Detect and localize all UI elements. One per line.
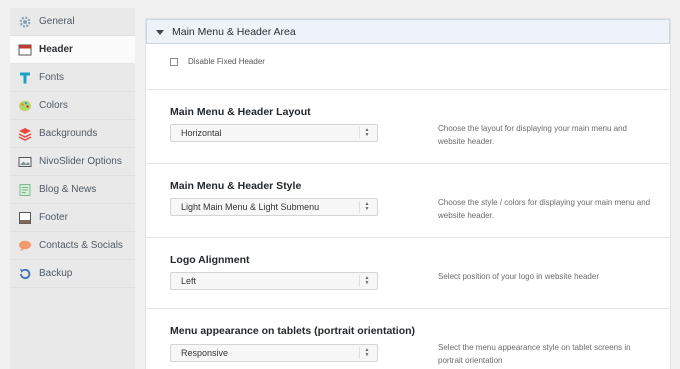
sidebar-item-label: General	[39, 16, 75, 27]
sidebar-item-backup[interactable]: Backup	[10, 260, 135, 288]
divider	[146, 237, 670, 238]
font-icon	[18, 71, 32, 85]
palette-icon	[18, 99, 32, 113]
header-icon	[18, 43, 32, 57]
sidebar: General Header Fonts Colors Backgrounds …	[10, 8, 135, 369]
divider	[146, 308, 670, 309]
header-layout-select[interactable]: Horizontal ▲ ▼	[170, 124, 378, 142]
select-value: Left	[181, 276, 197, 286]
sidebar-item-label: Backgrounds	[39, 128, 98, 139]
slider-icon	[18, 155, 32, 169]
chat-icon	[18, 239, 32, 253]
tablet-menu-select[interactable]: Responsive ▲ ▼	[170, 344, 378, 362]
divider	[146, 89, 670, 90]
sidebar-item-nivoslider-options[interactable]: NivoSlider Options	[10, 148, 135, 176]
select-arrows-icon: ▲ ▼	[364, 275, 370, 286]
sidebar-item-fonts[interactable]: Fonts	[10, 64, 135, 92]
sidebar-item-contacts-socials[interactable]: Contacts & Socials	[10, 232, 135, 260]
sidebar-item-label: Footer	[39, 212, 68, 223]
section-title: Main Menu & Header Area	[172, 25, 296, 38]
settings-panel: Main Menu & Header Area Disable Fixed He…	[145, 18, 671, 369]
sidebar-item-backgrounds[interactable]: Backgrounds	[10, 120, 135, 148]
sidebar-item-general[interactable]: General	[10, 8, 135, 36]
sidebar-item-colors[interactable]: Colors	[10, 92, 135, 120]
backup-icon	[18, 267, 32, 281]
sidebar-item-footer[interactable]: Footer	[10, 204, 135, 232]
sidebar-item-header[interactable]: Header	[10, 36, 135, 64]
sidebar-item-label: Contacts & Socials	[39, 240, 123, 251]
field-title: Logo Alignment	[170, 254, 250, 266]
disable-fixed-header-checkbox[interactable]	[170, 57, 178, 66]
disable-fixed-header-label: Disable Fixed Header	[188, 57, 265, 66]
sidebar-item-label: Backup	[39, 268, 73, 279]
sidebar-item-label: Fonts	[39, 72, 65, 83]
sidebar-item-label: Colors	[39, 100, 68, 111]
field-title: Main Menu & Header Style	[170, 180, 302, 192]
divider	[146, 163, 670, 164]
header-style-select[interactable]: Light Main Menu & Light Submenu ▲ ▼	[170, 198, 378, 216]
field-description: Choose the style / colors for displaying…	[438, 198, 651, 220]
blog-icon	[18, 183, 32, 197]
sidebar-item-label: Header	[39, 44, 73, 55]
field-description: Choose the layout for displaying your ma…	[438, 124, 627, 146]
gear-icon	[18, 15, 32, 29]
sidebar-item-blog-news[interactable]: Blog & News	[10, 176, 135, 204]
section-header[interactable]: Main Menu & Header Area	[146, 19, 670, 44]
select-value: Light Main Menu & Light Submenu	[181, 202, 320, 212]
select-arrows-icon: ▲ ▼	[364, 127, 370, 138]
select-value: Horizontal	[181, 128, 222, 138]
select-arrows-icon: ▲ ▼	[364, 201, 370, 212]
field-description: Select position of your logo in website …	[438, 272, 599, 281]
sidebar-item-label: Blog & News	[39, 184, 97, 195]
disable-fixed-header-row: Disable Fixed Header	[170, 57, 265, 66]
field-title: Main Menu & Header Layout	[170, 106, 311, 118]
field-title: Menu appearance on tablets (portrait ori…	[170, 325, 416, 337]
layers-icon	[18, 127, 32, 141]
logo-alignment-select[interactable]: Left ▲ ▼	[170, 272, 378, 290]
select-value: Responsive	[181, 348, 229, 358]
sidebar-item-label: NivoSlider Options	[39, 156, 122, 167]
caret-down-icon	[156, 29, 164, 35]
select-arrows-icon: ▲ ▼	[364, 347, 370, 358]
footer-icon	[18, 211, 32, 225]
field-description: Select the menu appearance style on tabl…	[438, 343, 631, 365]
